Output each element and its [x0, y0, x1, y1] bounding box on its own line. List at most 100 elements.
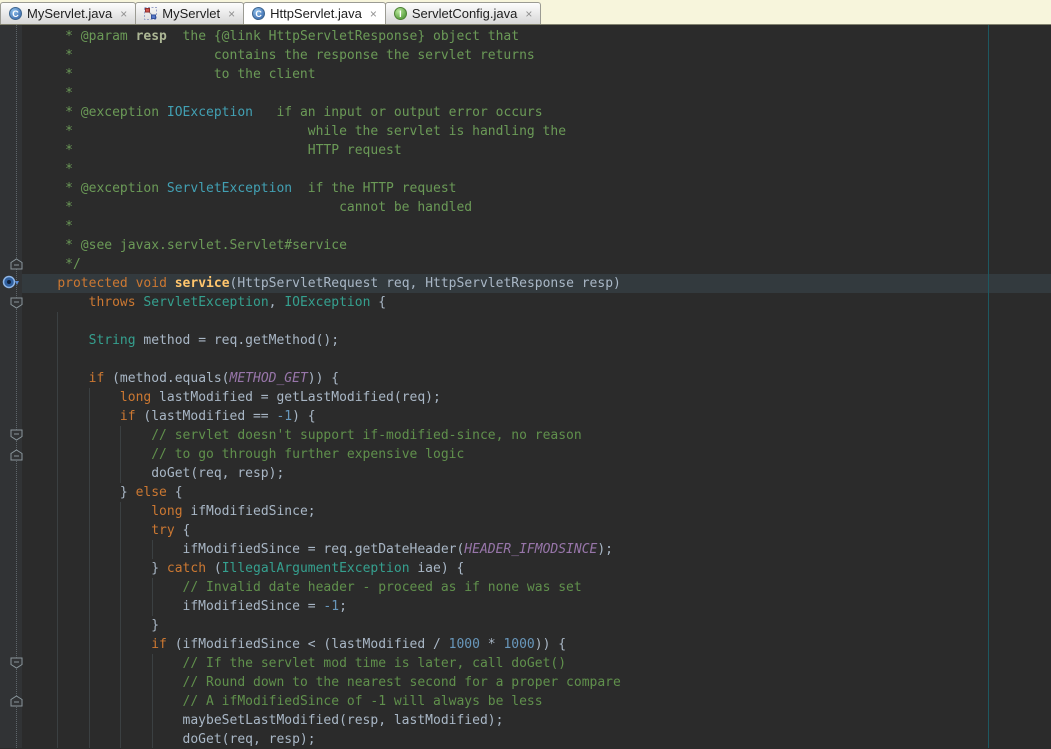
token-plain: ); — [597, 542, 613, 557]
token-cmt: // If the servlet mod time is later, cal… — [183, 656, 567, 671]
fold-collapse-down-icon[interactable] — [10, 656, 23, 668]
token-plain — [26, 694, 183, 709]
token-plain: { — [175, 523, 191, 538]
code-line: * while the servlet is handling the — [26, 122, 621, 141]
code-line: // A ifModifiedSince of -1 will always b… — [26, 692, 621, 711]
editor-gutter — [0, 25, 22, 748]
token-kw: if — [151, 637, 167, 652]
code-line: * to the client — [26, 65, 621, 84]
token-doc: the {@link HttpServletResponse} object t… — [167, 29, 519, 44]
token-cls: ServletException — [143, 295, 268, 310]
token-plain: ) { — [292, 409, 315, 424]
fold-collapse-up-icon[interactable] — [10, 694, 23, 706]
token-plain: , — [269, 295, 285, 310]
token-plain: ( — [206, 561, 222, 576]
tab-close-icon[interactable]: × — [370, 8, 377, 20]
token-kw: if — [120, 409, 136, 424]
tab-close-icon[interactable]: × — [525, 8, 532, 20]
token-plain: { — [167, 485, 183, 500]
token-plain: ifModifiedSince = req.getDateHeader( — [26, 542, 464, 557]
token-doc: * contains the response the servlet retu… — [26, 48, 535, 63]
token-plain: method = req.getMethod(); — [136, 333, 340, 348]
token-cls: IOException — [284, 295, 370, 310]
ide-window: { "window": { "app": "IntelliJ IDEA edit… — [0, 0, 1051, 748]
token-plain: } — [26, 561, 167, 576]
class-icon: C — [9, 7, 22, 20]
tab-close-icon[interactable]: × — [228, 8, 235, 20]
code-line: maybeSetLastModified(resp, lastModified)… — [26, 711, 621, 730]
token-const: HEADER_IFMODSINCE — [464, 542, 597, 557]
code-line: throws ServletException, IOException { — [26, 293, 621, 312]
fold-collapse-up-icon[interactable] — [10, 448, 23, 460]
method-overridden-marker-icon[interactable] — [2, 275, 20, 289]
code-line: * @param resp the {@link HttpServletResp… — [26, 27, 621, 46]
token-plain — [26, 428, 151, 443]
tab-label: ServletConfig.java — [412, 6, 518, 21]
token-doc: * to the client — [26, 67, 316, 82]
token-plain — [26, 295, 89, 310]
token-plain — [26, 333, 89, 348]
code-line: protected void service(HttpServletReques… — [26, 274, 621, 293]
token-plain: { — [370, 295, 386, 310]
fold-collapse-down-icon[interactable] — [10, 296, 23, 308]
tab-label: HttpServlet.java — [270, 6, 362, 21]
code-line: } — [26, 616, 621, 635]
token-kw: throws — [89, 295, 136, 310]
token-doclink: ServletException — [167, 181, 292, 196]
code-line: doGet(req, resp); — [26, 464, 621, 483]
token-plain: ifModifiedSince; — [183, 504, 316, 519]
token-doc: * — [26, 219, 73, 234]
token-num: -1 — [323, 599, 339, 614]
code-line: * — [26, 84, 621, 103]
token-doc: if an input or output error occurs — [253, 105, 543, 120]
tab-close-icon[interactable]: × — [120, 8, 127, 20]
token-kw: if — [89, 371, 105, 386]
token-kw: else — [136, 485, 167, 500]
token-plain — [26, 675, 183, 690]
token-kw: long — [151, 504, 182, 519]
token-cmt: // Invalid date header - proceed as if n… — [183, 580, 582, 595]
editor-tab-myservlet-java[interactable]: CMyServlet.java× — [0, 2, 136, 24]
code-line: long lastModified = getLastModified(req)… — [26, 388, 621, 407]
token-doc: */ — [26, 257, 81, 272]
interface-icon: I — [394, 7, 407, 20]
token-num: 1000 — [503, 637, 534, 652]
code-line: * cannot be handled — [26, 198, 621, 217]
token-plain — [26, 447, 151, 462]
token-cmt: // servlet doesn't support if-modified-s… — [151, 428, 581, 443]
token-cmt: // A ifModifiedSince of -1 will always b… — [183, 694, 543, 709]
token-plain — [26, 637, 151, 652]
class-icon: C — [252, 7, 265, 20]
code-line: * HTTP request — [26, 141, 621, 160]
token-num: -1 — [276, 409, 292, 424]
code-line: // Invalid date header - proceed as if n… — [26, 578, 621, 597]
token-kw: try — [151, 523, 174, 538]
token-kw: void — [136, 276, 167, 291]
token-meth: service — [175, 276, 230, 291]
token-plain: } — [26, 618, 159, 633]
editor-tab-servletconfig-java[interactable]: I ServletConfig.java × — [385, 2, 542, 24]
code-line: long ifModifiedSince; — [26, 502, 621, 521]
code-line: // servlet doesn't support if-modified-s… — [26, 426, 621, 445]
code-line: // Round down to the nearest second for … — [26, 673, 621, 692]
token-plain — [26, 656, 183, 671]
code-line: * — [26, 160, 621, 179]
token-plain: (HttpServletRequest req, HttpServletResp… — [230, 276, 621, 291]
editor-tab-httpservlet-java[interactable]: C HttpServlet.java × — [243, 2, 386, 24]
token-doc: * @param — [26, 29, 136, 44]
code-line: * @exception IOException if an input or … — [26, 103, 621, 122]
token-plain: (ifModifiedSince < (lastModified / — [167, 637, 449, 652]
code-editor[interactable]: * @param resp the {@link HttpServletResp… — [0, 25, 1051, 748]
token-plain: lastModified = getLastModified(req); — [151, 390, 441, 405]
token-plain — [26, 523, 151, 538]
code-line: * @exception ServletException if the HTT… — [26, 179, 621, 198]
token-doc: * @see javax.servlet.Servlet#service — [26, 238, 347, 253]
fold-collapse-down-icon[interactable] — [10, 428, 23, 440]
token-plain — [26, 504, 151, 519]
token-plain: (method.equals( — [104, 371, 229, 386]
token-plain: doGet(req, resp); — [26, 466, 284, 481]
editor-tab-myservlet[interactable]: MyServlet× — [135, 2, 244, 24]
token-plain: } — [26, 485, 136, 500]
token-kw: catch — [167, 561, 206, 576]
fold-collapse-up-icon[interactable] — [10, 257, 23, 269]
